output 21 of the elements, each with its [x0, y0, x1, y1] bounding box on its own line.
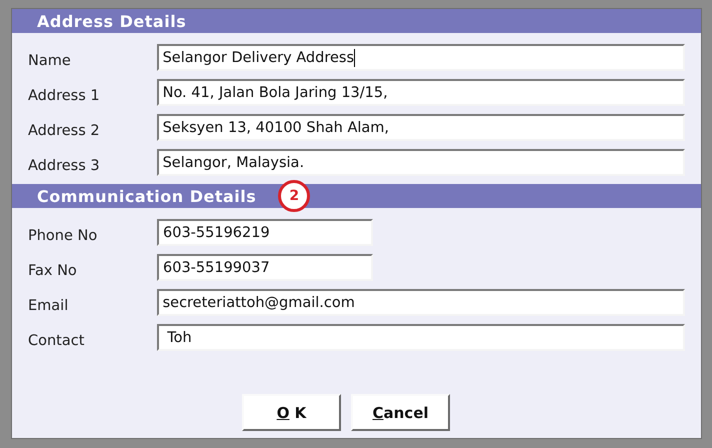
field-label: Contact — [28, 332, 86, 348]
input-field[interactable]: 603-55196219 — [157, 219, 373, 246]
field-label: Name — [28, 52, 72, 68]
input-field[interactable]: Selangor Delivery Address — [156, 44, 685, 71]
field-label: Address 1 — [28, 86, 101, 104]
dialog-button[interactable]: Cancel — [351, 394, 450, 431]
input-field[interactable]: 603-55199037 — [157, 254, 373, 281]
field-label: Address 3 — [28, 156, 101, 174]
input-field[interactable]: No. 41, Jalan Bola Jaring 13/15, — [156, 79, 685, 106]
input-field[interactable]: secreteriattoh@gmail.com — [156, 289, 685, 316]
field-label: Email — [28, 296, 70, 314]
field-label: Address 2 — [28, 122, 101, 138]
field-label: Phone No — [28, 226, 98, 244]
callout-badge: 2 — [278, 180, 310, 212]
dialog-button[interactable]: O K — [242, 394, 341, 431]
input-field[interactable]: Seksyen 13, 40100 Shah Alam, — [156, 114, 685, 141]
section-title: Address Details — [37, 12, 186, 30]
field-label: Fax No — [28, 262, 78, 278]
input-field[interactable]: Toh — [156, 324, 685, 351]
input-field[interactable]: Selangor, Malaysia. — [156, 149, 685, 176]
section-title: Communication Details — [37, 186, 256, 206]
